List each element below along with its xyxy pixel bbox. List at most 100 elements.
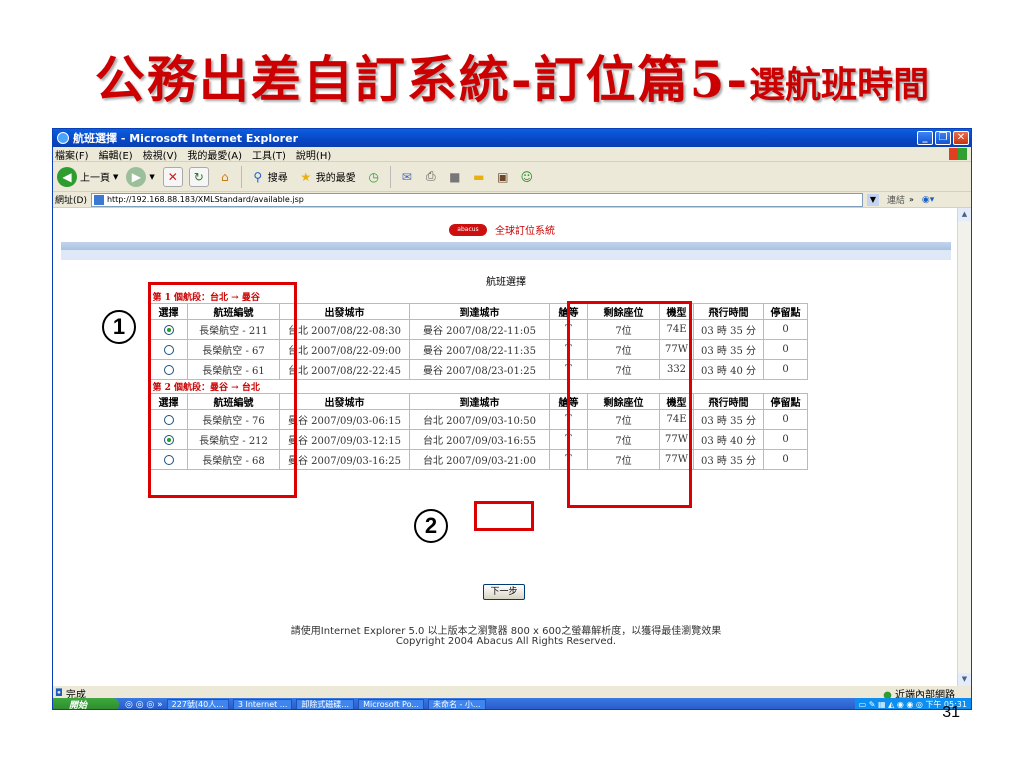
tray-icons[interactable]: ▭ ✎ ▦ ◭ ◉ ◉ ◎ <box>859 700 923 709</box>
address-bar: 網址(D) http://192.168.88.183/XMLStandard/… <box>53 192 971 208</box>
research-icon[interactable]: ▣ <box>493 167 513 187</box>
toolbar-separator <box>389 165 391 188</box>
header-band-light <box>61 250 951 260</box>
home-icon[interactable]: ⌂ <box>215 167 235 187</box>
address-url: http://192.168.88.183/XMLStandard/availa… <box>106 195 304 204</box>
vertical-scrollbar[interactable]: ▲ ▼ <box>957 208 971 686</box>
print-icon[interactable]: ⎙ <box>421 167 441 187</box>
menu-favorites[interactable]: 我的最愛(A) <box>187 147 242 162</box>
browser-note: 請使用Internet Explorer 5.0 以上版本之瀏覽器 800 x … <box>290 626 722 637</box>
cell-stops: 0 <box>763 409 808 430</box>
slide-title-sub: 選航班時間 <box>749 64 930 106</box>
scroll-up-icon[interactable]: ▲ <box>958 208 971 221</box>
taskbar: 開始 ◎ ◎ ◎ » 227號(40人... 3 Internet ... 卸除… <box>53 698 971 710</box>
column-header: 出發城市 <box>279 303 410 320</box>
column-header: 飛行時間 <box>693 303 764 320</box>
window-title: 航班選擇 - Microsoft Internet Explorer <box>73 132 298 145</box>
address-dropdown-icon[interactable]: ▼ <box>866 193 879 206</box>
close-button[interactable]: ✕ <box>953 131 969 145</box>
toolbar-separator <box>240 165 242 188</box>
search-button[interactable]: ⚲ 搜尋 <box>248 167 287 187</box>
cell-depart: 曼谷 2007/09/03-12:15 <box>279 429 410 450</box>
abacus-logo: abacus <box>449 223 487 236</box>
menu-view[interactable]: 檢視(V) <box>143 147 178 162</box>
ie-icon <box>57 132 69 144</box>
cell-depart: 台北 2007/08/22-08:30 <box>279 319 410 340</box>
task-item-5[interactable]: 未命名 - 小... <box>427 699 486 709</box>
next-button-highlight <box>474 501 534 531</box>
system-name: 全球訂位系統 <box>495 226 555 237</box>
extension-icon[interactable]: ◉▾ <box>922 195 934 205</box>
minimize-button[interactable]: _ <box>917 131 933 145</box>
header-band <box>61 242 951 250</box>
cell-arrive: 台北 2007/09/03-21:00 <box>409 449 550 470</box>
messenger-icon[interactable]: ☺ <box>517 167 537 187</box>
back-label: 上一頁 <box>80 173 110 184</box>
task-item-2[interactable]: 3 Internet ... <box>232 699 293 709</box>
cell-duration: 03 時 35 分 <box>693 339 764 360</box>
cell-arrive: 曼谷 2007/08/22-11:35 <box>409 339 550 360</box>
callout-2: 2 <box>414 509 448 543</box>
task-item-3[interactable]: 卸除式磁碟... <box>296 699 355 709</box>
menu-file[interactable]: 檔案(F) <box>55 147 89 162</box>
back-arrow-icon: ◀ <box>57 166 77 187</box>
column-header: 停留點 <box>763 393 808 410</box>
copyright: Copyright 2004 Abacus All Rights Reserve… <box>395 636 617 647</box>
next-button[interactable]: 下一步 <box>483 584 525 600</box>
cell-stops: 0 <box>763 339 808 360</box>
cell-duration: 03 時 40 分 <box>693 429 764 450</box>
column-header: 飛行時間 <box>693 393 764 410</box>
favorites-button[interactable]: ★ 我的最愛 <box>296 167 356 187</box>
cell-stops: 0 <box>763 359 808 380</box>
history-icon[interactable]: ◷ <box>364 167 384 187</box>
seat-availability-highlight <box>567 301 692 508</box>
page-number: 31 <box>942 704 960 721</box>
search-icon: ⚲ <box>253 169 263 184</box>
cell-arrive: 曼谷 2007/08/22-11:05 <box>409 319 550 340</box>
stop-icon[interactable]: ✕ <box>162 166 183 187</box>
address-input[interactable]: http://192.168.88.183/XMLStandard/availa… <box>90 192 863 207</box>
slide-title: 公務出差自訂系統-訂位篇5-選航班時間 <box>0 40 1024 112</box>
star-icon: ★ <box>300 169 312 184</box>
flight-selection-highlight <box>148 282 297 498</box>
menu-tools[interactable]: 工具(T) <box>252 147 286 162</box>
cell-arrive: 台北 2007/09/03-16:55 <box>409 429 550 450</box>
toolbar: ◀ 上一頁 ▼ ▶ ▼ ✕ ↻ ⌂ ⚲ 搜尋 ★ 我的最愛 ◷ ✉ ⎙ ■ ▬ … <box>53 162 971 192</box>
task-item-4[interactable]: Microsoft Po... <box>358 699 424 709</box>
quicklaunch-icons[interactable]: ◎ ◎ ◎ » <box>125 700 163 710</box>
cell-depart: 台北 2007/08/22-09:00 <box>279 339 410 360</box>
slide-title-main: 公務出差自訂系統-訂位篇5- <box>94 50 750 109</box>
cell-arrive: 曼谷 2007/08/23-01:25 <box>409 359 550 380</box>
cell-duration: 03 時 40 分 <box>693 359 764 380</box>
column-header: 到達城市 <box>409 303 550 320</box>
menu-edit[interactable]: 編輯(E) <box>99 147 133 162</box>
menu-help[interactable]: 說明(H) <box>296 147 331 162</box>
cell-stops: 0 <box>763 319 808 340</box>
window-titlebar: 航班選擇 - Microsoft Internet Explorer _ ❐ ✕ <box>53 129 971 147</box>
cell-depart: 台北 2007/08/22-22:45 <box>279 359 410 380</box>
maximize-button[interactable]: ❐ <box>935 131 951 145</box>
favorites-label: 我的最愛 <box>315 173 356 184</box>
page-status-icon: ◘ <box>55 687 63 699</box>
address-label: 網址(D) <box>55 196 87 206</box>
start-button[interactable]: 開始 <box>53 698 119 709</box>
back-dropdown-icon: ▼ <box>113 172 119 181</box>
folder-icon[interactable]: ▬ <box>469 167 489 187</box>
edit-icon[interactable]: ■ <box>445 167 465 187</box>
back-button[interactable]: ◀ 上一頁 ▼ <box>57 166 119 187</box>
cell-duration: 03 時 35 分 <box>693 449 764 470</box>
task-item-1[interactable]: 227號(40人... <box>166 699 229 709</box>
cell-duration: 03 時 35 分 <box>693 409 764 430</box>
links-label[interactable]: 連結 <box>887 193 905 206</box>
refresh-icon[interactable]: ↻ <box>188 166 209 187</box>
mail-icon[interactable]: ✉ <box>397 167 417 187</box>
cell-stops: 0 <box>763 429 808 450</box>
links-chevron-icon[interactable]: » <box>909 195 914 204</box>
forward-button[interactable]: ▶ ▼ <box>126 166 155 187</box>
column-header: 出發城市 <box>279 393 410 410</box>
forward-arrow-icon: ▶ <box>126 166 147 187</box>
forward-dropdown-icon: ▼ <box>149 172 155 181</box>
brand-header: abacus 全球訂位系統 <box>449 222 555 237</box>
scroll-down-icon[interactable]: ▼ <box>958 673 971 686</box>
cell-duration: 03 時 35 分 <box>693 319 764 340</box>
